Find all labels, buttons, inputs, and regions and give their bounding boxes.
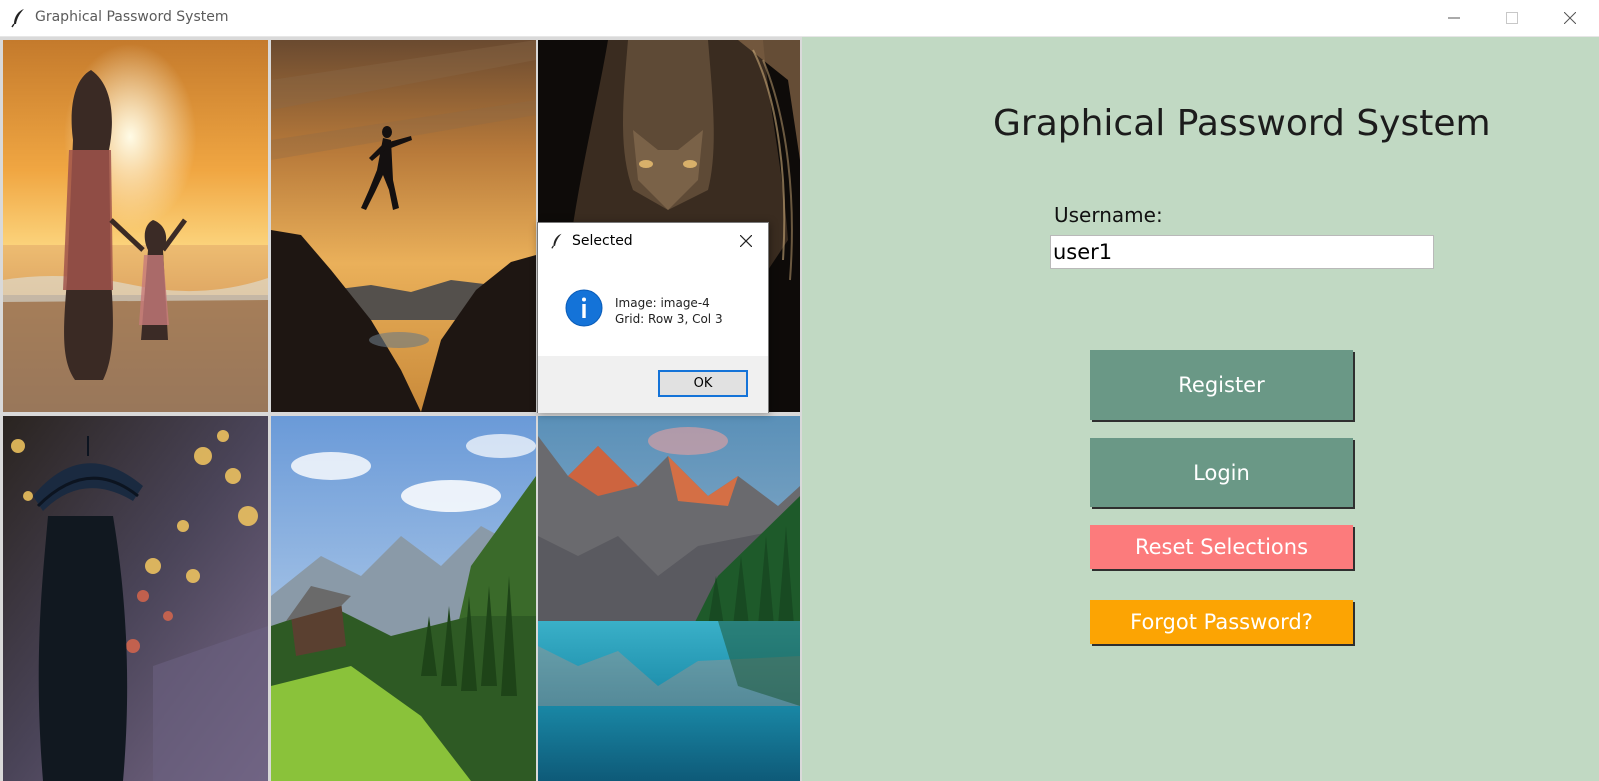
minimize-icon xyxy=(1448,9,1460,28)
mountain-cabin-image xyxy=(271,416,536,781)
minimize-button[interactable] xyxy=(1425,0,1483,36)
window-title: Graphical Password System xyxy=(35,9,229,25)
dialog-title: Selected xyxy=(572,233,633,249)
ok-button[interactable]: OK xyxy=(658,370,748,397)
rain-umbrella-image xyxy=(3,416,268,781)
dialog-message-grid: Grid: Row 3, Col 3 xyxy=(615,312,723,326)
close-icon xyxy=(1563,9,1577,28)
maximize-button[interactable] xyxy=(1483,0,1541,36)
dialog-message-image: Image: image-4 xyxy=(615,296,710,310)
dialog-close-button[interactable] xyxy=(734,229,758,253)
forgot-password-button[interactable]: Forgot Password? xyxy=(1090,600,1353,644)
image-tile-6[interactable] xyxy=(538,416,800,781)
app-window: Graphical Password System Graphical Pass… xyxy=(0,0,1599,781)
dialog-body: Image: image-4 Grid: Row 3, Col 3 xyxy=(538,259,768,356)
maximize-icon xyxy=(1506,9,1518,28)
dialog-title-bar[interactable]: Selected xyxy=(538,223,768,259)
login-panel: Graphical Password System Username: Regi… xyxy=(802,37,1599,781)
feather-icon xyxy=(551,232,564,250)
close-button[interactable] xyxy=(1541,0,1599,36)
beach-sunset-image xyxy=(3,40,268,412)
username-input[interactable] xyxy=(1050,235,1434,269)
register-button[interactable]: Register xyxy=(1090,350,1353,420)
login-button[interactable]: Login xyxy=(1090,438,1353,507)
image-tile-5[interactable] xyxy=(271,416,536,781)
feather-icon xyxy=(11,8,27,28)
mountain-lake-image xyxy=(538,416,800,781)
image-tile-4[interactable] xyxy=(3,416,268,781)
cliff-jump-image xyxy=(271,40,536,412)
image-tile-2[interactable] xyxy=(271,40,536,412)
image-tile-1[interactable] xyxy=(3,40,268,412)
title-bar[interactable]: Graphical Password System xyxy=(0,0,1599,37)
close-icon xyxy=(739,232,753,251)
username-label: Username: xyxy=(1054,203,1163,227)
dialog-footer: OK xyxy=(538,356,768,413)
selected-dialog: Selected Image: image-4 Grid: Row 3, Col… xyxy=(537,222,769,413)
reset-selections-button[interactable]: Reset Selections xyxy=(1090,525,1353,569)
info-icon xyxy=(565,289,603,327)
